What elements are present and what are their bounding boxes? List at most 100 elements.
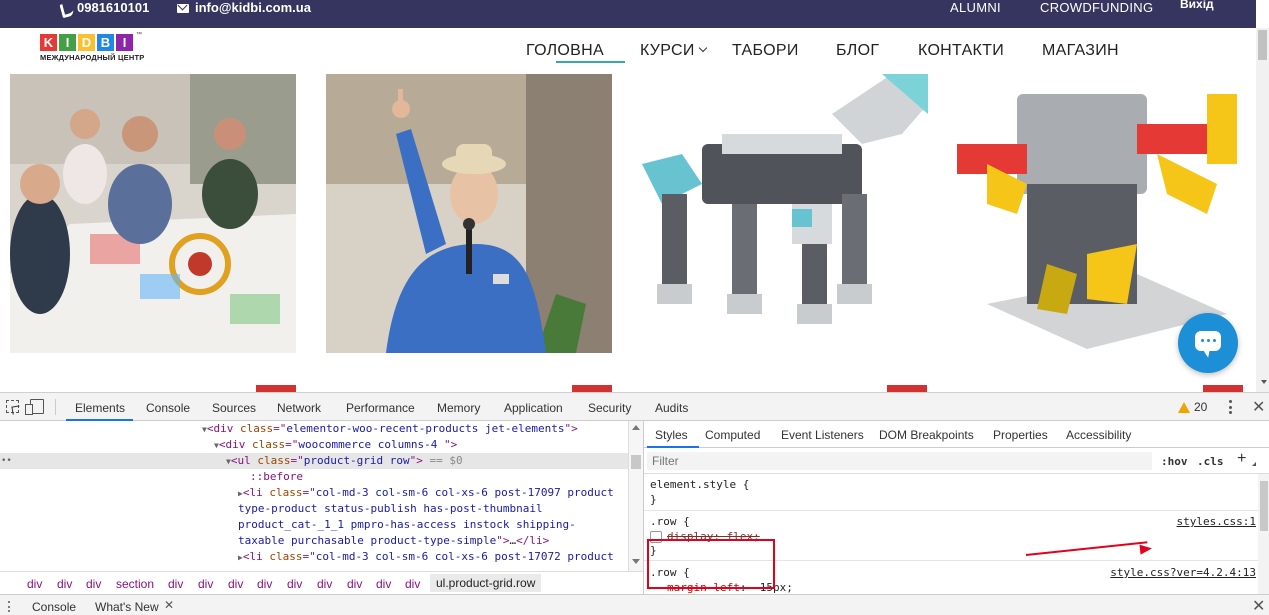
breadcrumb-item[interactable]: div: [198, 577, 213, 591]
screenshot-root: 0981610101 info@kidbi.com.ua ALUMNI CROW…: [0, 0, 1269, 615]
nav-item-camps[interactable]: ТАБОРИ: [732, 42, 799, 60]
breadcrumb-item[interactable]: div: [405, 577, 420, 591]
class-toggle[interactable]: .cls: [1197, 455, 1224, 468]
scroll-down-arrow-icon[interactable]: [1261, 380, 1267, 384]
nav-item-home[interactable]: ГОЛОВНА: [526, 42, 604, 60]
envelope-icon: [177, 3, 189, 13]
tab-console[interactable]: Console: [146, 401, 190, 415]
drawer-tab-console[interactable]: Console: [32, 600, 76, 614]
tab-properties[interactable]: Properties: [993, 428, 1048, 442]
kidbi-logo[interactable]: K I D B I ™ МЕЖДУНАРОДНЫЙ ЦЕНТР: [40, 32, 144, 62]
logo-letter: K: [40, 34, 57, 51]
annotation-arrow-head-icon: [1139, 543, 1153, 555]
product-badge: [572, 385, 612, 392]
nav-item-courses[interactable]: КУРСИ: [640, 42, 707, 60]
speaker-boy-photo: [326, 74, 612, 353]
breadcrumb-item[interactable]: div: [257, 577, 272, 591]
tab-dom-breakpoints[interactable]: DOM Breakpoints: [879, 428, 974, 442]
page-scrollbar[interactable]: [1256, 28, 1269, 392]
product-image-board-game[interactable]: [10, 74, 296, 353]
nav-item-shop[interactable]: МАГАЗИН: [1042, 42, 1119, 60]
breadcrumb-item[interactable]: div: [317, 577, 332, 591]
toolbar-divider: [55, 399, 56, 415]
tab-computed[interactable]: Computed: [705, 428, 760, 442]
chat-widget-button[interactable]: [1178, 313, 1238, 373]
breadcrumb-item[interactable]: div: [168, 577, 183, 591]
row-rule-selector[interactable]: .row {: [650, 515, 690, 529]
nav-item-contacts[interactable]: КОНТАКТИ: [918, 42, 1004, 60]
tab-accessibility[interactable]: Accessibility: [1066, 428, 1131, 442]
dom-node-selected[interactable]: ▼<ul class="product-grid row"> == $0: [226, 453, 463, 469]
tab-sources[interactable]: Sources: [212, 401, 256, 415]
tab-security[interactable]: Security: [588, 401, 631, 415]
breadcrumb-item[interactable]: div: [86, 577, 101, 591]
product-image-robot-animal[interactable]: [642, 74, 928, 353]
nav-item-blog[interactable]: БЛОГ: [836, 42, 879, 60]
drawer-menu-icon[interactable]: [8, 601, 11, 612]
devtools-menu-icon[interactable]: [1229, 400, 1232, 414]
dom-tree-scrollbar[interactable]: [628, 421, 643, 571]
tab-styles[interactable]: Styles: [655, 428, 688, 442]
dom-pseudo-before[interactable]: ::before: [250, 469, 303, 485]
tab-audits[interactable]: Audits: [655, 401, 688, 415]
tab-event-listeners[interactable]: Event Listeners: [781, 428, 864, 442]
warnings-counter[interactable]: 20: [1178, 400, 1207, 414]
dom-node[interactable]: ▶<li class="col-md-3 col-sm-6 col-xs-6 p…: [238, 549, 614, 565]
styles-css-source-link[interactable]: styles.css:1: [1177, 515, 1256, 528]
topbar-link-crowdfunding[interactable]: CROWDFUNDING: [1040, 0, 1153, 16]
topbar-email[interactable]: info@kidbi.com.ua: [177, 0, 311, 16]
dom-tree[interactable]: •• ▼<div class="elementor-woo-recent-pro…: [0, 421, 628, 571]
new-rule-menu-icon[interactable]: [1252, 462, 1256, 466]
breadcrumb-item[interactable]: div: [228, 577, 243, 591]
devtools-toolbar: Elements Console Sources Network Perform…: [0, 393, 1269, 421]
breadcrumb-item[interactable]: div: [347, 577, 362, 591]
logo-letter: B: [97, 34, 114, 51]
topbar-link-alumni[interactable]: ALUMNI: [950, 0, 1001, 16]
devtools-drawer: Console What's New ✕ ✕: [0, 594, 1269, 615]
hover-state-toggle[interactable]: :hov: [1161, 455, 1188, 468]
tab-network[interactable]: Network: [277, 401, 321, 415]
devtools-panel: Elements Console Sources Network Perform…: [0, 392, 1269, 615]
breadcrumb-item[interactable]: div: [376, 577, 391, 591]
tab-performance[interactable]: Performance: [346, 401, 415, 415]
drawer-close-icon[interactable]: ✕: [1252, 596, 1265, 615]
element-style-selector[interactable]: element.style {: [650, 478, 749, 492]
dom-node[interactable]: ▶<li class="col-md-3 col-sm-6 col-xs-6 p…: [238, 485, 614, 501]
warning-icon: [1178, 401, 1190, 413]
inspect-element-icon[interactable]: [6, 400, 19, 413]
style-css-source-link[interactable]: style.css?ver=4.2.4:13: [1110, 566, 1256, 579]
tab-application[interactable]: Application: [504, 401, 563, 415]
topbar-phone[interactable]: 0981610101: [60, 0, 149, 16]
dom-tree-scrollbar-thumb[interactable]: [631, 455, 641, 469]
styles-scrollbar-thumb[interactable]: [1260, 481, 1268, 531]
product-image-speaker-boy[interactable]: [326, 74, 612, 353]
breadcrumb-item[interactable]: div: [57, 577, 72, 591]
styles-filter-input[interactable]: [647, 452, 1152, 470]
breadcrumb-item[interactable]: div: [27, 577, 42, 591]
breadcrumb-item-selected[interactable]: ul.product-grid.row: [430, 574, 542, 592]
device-toolbar-icon[interactable]: [25, 399, 44, 415]
drawer-tab-whats-new[interactable]: What's New: [95, 600, 159, 614]
tab-memory[interactable]: Memory: [437, 401, 480, 415]
topbar-exit-link[interactable]: Вихід: [1180, 0, 1214, 12]
styles-filter-row: :hov .cls +: [644, 448, 1269, 474]
styles-pane: Styles Computed Event Listeners DOM Brea…: [643, 421, 1269, 594]
node-options-icon[interactable]: ••: [1, 456, 12, 466]
devtools-close-icon[interactable]: ✕: [1252, 397, 1265, 417]
scroll-down-arrow-icon[interactable]: [632, 559, 640, 564]
robot-animal-photo: [642, 74, 928, 353]
product-image-robot-claw[interactable]: [957, 74, 1243, 353]
warnings-count: 20: [1194, 400, 1208, 414]
topbar-email-address[interactable]: info@kidbi.com.ua: [195, 0, 311, 16]
new-style-rule-button[interactable]: +: [1237, 450, 1246, 468]
dom-node[interactable]: ▼<div class="woocommerce columns-4 ">: [214, 437, 457, 453]
product-badge: [887, 385, 927, 392]
tab-elements[interactable]: Elements: [75, 401, 125, 415]
scroll-up-arrow-icon[interactable]: [632, 425, 640, 430]
close-tab-icon[interactable]: ✕: [164, 598, 174, 612]
topbar-phone-number[interactable]: 0981610101: [77, 0, 149, 16]
dom-node[interactable]: ▼<div class="elementor-woo-recent-produc…: [202, 421, 578, 437]
page-scrollbar-thumb[interactable]: [1258, 30, 1267, 60]
breadcrumb-item[interactable]: section: [116, 577, 154, 591]
breadcrumb-item[interactable]: div: [287, 577, 302, 591]
